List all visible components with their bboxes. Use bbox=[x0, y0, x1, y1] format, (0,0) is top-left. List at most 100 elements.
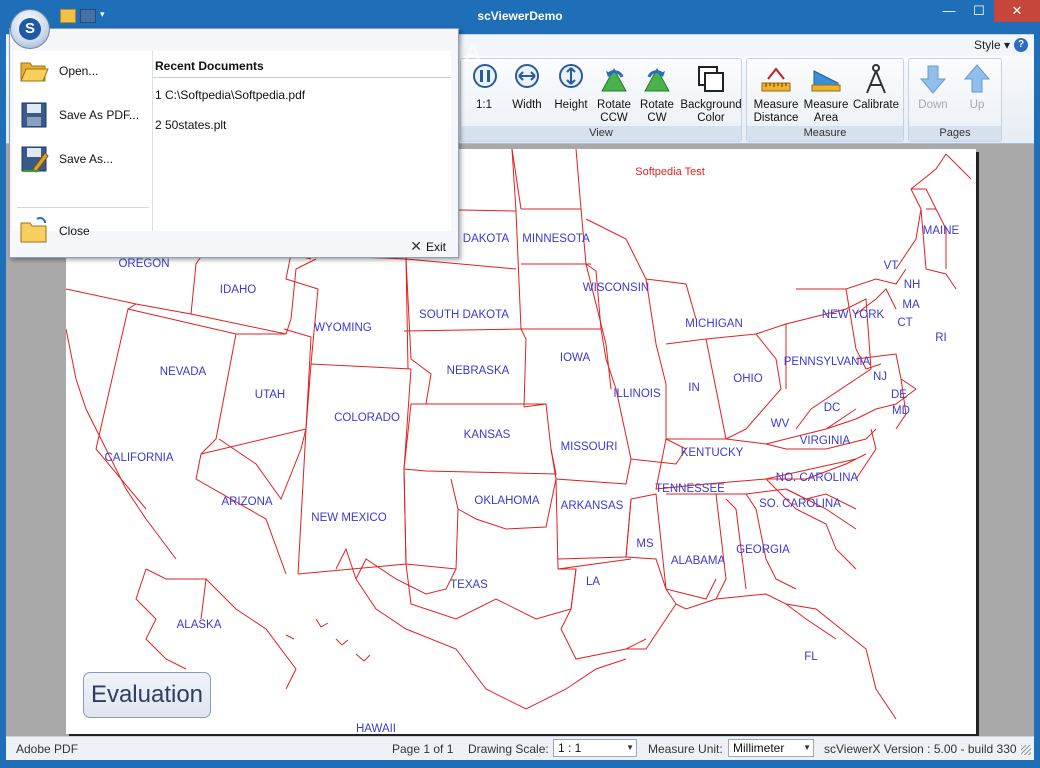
state-label: TEXAS bbox=[450, 579, 488, 591]
rotate-cw-icon bbox=[644, 67, 670, 92]
state-label: UTAH bbox=[255, 389, 285, 401]
measure-distance-label: Measure Distance bbox=[753, 99, 799, 124]
state-label: IN bbox=[688, 382, 700, 394]
state-label: IDAHO bbox=[220, 284, 256, 296]
measure-distance-button[interactable]: Measure Distance bbox=[751, 63, 801, 125]
fit-height-button[interactable]: Height bbox=[551, 63, 591, 112]
fit-height-icon bbox=[559, 64, 583, 88]
open-folder-icon[interactable] bbox=[60, 9, 76, 23]
state-label: KENTUCKY bbox=[681, 447, 744, 459]
maximize-button[interactable]: ☐ bbox=[964, 0, 994, 22]
state-label: CALIFORNIA bbox=[104, 452, 173, 464]
chevron-down-icon[interactable]: ▾ bbox=[100, 9, 110, 23]
page-info: Page 1 of 1 bbox=[392, 742, 454, 756]
fit-height-label: Height bbox=[554, 99, 588, 111]
format-label: Adobe PDF bbox=[16, 742, 79, 756]
state-label: ILLINOIS bbox=[613, 388, 661, 400]
pages-group: Down Up Pages bbox=[908, 58, 1002, 142]
resize-grip[interactable] bbox=[1021, 745, 1031, 755]
measure-area-button[interactable]: Measure Area bbox=[801, 63, 851, 125]
state-label: ARIZONA bbox=[221, 496, 272, 508]
recent-divider bbox=[153, 77, 451, 78]
rotate-ccw-label: Rotate CCW bbox=[597, 99, 631, 124]
style-label: Style bbox=[973, 38, 1001, 52]
rotate-cw-label: Rotate CW bbox=[640, 99, 674, 124]
measure-group-label: Measure bbox=[747, 126, 903, 141]
zoom-1-1-button[interactable]: 1:1 bbox=[469, 63, 499, 112]
calibrate-button[interactable]: Calibrate bbox=[851, 63, 901, 112]
state-label: MINNESOTA bbox=[522, 233, 590, 245]
state-label: GEORGIA bbox=[736, 544, 790, 556]
menu-separator bbox=[17, 207, 149, 208]
measure-unit-value: Millimeter bbox=[733, 741, 785, 755]
save-as-icon bbox=[21, 146, 49, 173]
application-menu: Open... Save As PDF... Save As... Close … bbox=[9, 28, 459, 258]
rotate-cw-button[interactable]: Rotate CW bbox=[637, 63, 677, 125]
chevron-down-icon: ▼ bbox=[626, 743, 634, 752]
rotate-ccw-button[interactable]: Rotate CCW bbox=[593, 63, 635, 125]
exit-button[interactable]: ✕ Exit bbox=[410, 238, 446, 255]
state-label: VIRGINIA bbox=[800, 435, 851, 447]
recent-document-item[interactable]: 1 C:\Softpedia\Softpedia.pdf bbox=[155, 88, 305, 102]
recent-document-item[interactable]: 2 50states.plt bbox=[155, 118, 226, 132]
quick-access-toolbar: ▾ bbox=[60, 9, 110, 23]
measure-unit-label: Measure Unit: bbox=[648, 742, 723, 756]
minimize-button[interactable]: — bbox=[934, 0, 964, 22]
page-up-button[interactable]: Up bbox=[957, 63, 997, 112]
state-label: SO. CAROLINA bbox=[759, 498, 841, 510]
state-label: MD bbox=[892, 405, 910, 417]
state-label: COLORADO bbox=[334, 412, 400, 424]
chevron-down-icon: ▼ bbox=[803, 743, 811, 752]
page-down-button[interactable]: Down bbox=[913, 63, 953, 112]
state-label: WV bbox=[771, 418, 790, 430]
style-menu[interactable]: Style ▾ bbox=[974, 38, 1010, 52]
menu-save-as-pdf-label: Save As PDF... bbox=[59, 108, 140, 122]
state-label: NJ bbox=[873, 371, 887, 383]
state-label: SOUTH DAKOTA bbox=[419, 309, 509, 321]
state-label: NH bbox=[904, 279, 921, 291]
zoom-1-1-label: 1:1 bbox=[476, 99, 492, 111]
menu-commands: Open... Save As PDF... Save As... Close bbox=[13, 51, 153, 243]
close-button[interactable]: ✕ bbox=[994, 0, 1040, 22]
background-color-button[interactable]: Background Color bbox=[679, 63, 743, 125]
state-label: NEW YORK bbox=[822, 309, 885, 321]
menu-save-as[interactable]: Save As... bbox=[13, 139, 153, 179]
close-icon: ✕ bbox=[410, 238, 422, 254]
recent-documents-panel: Recent Documents 1 C:\Softpedia\Softpedi… bbox=[153, 51, 451, 231]
drawing-scale-value: 1 : 1 bbox=[558, 741, 582, 755]
help-icon[interactable]: ? bbox=[1014, 38, 1028, 52]
menu-footer: ✕ Exit bbox=[10, 235, 458, 257]
fit-width-button[interactable]: Width bbox=[507, 63, 547, 112]
application-button[interactable]: S bbox=[10, 9, 50, 49]
state-label: MISSOURI bbox=[561, 441, 618, 453]
state-label: FL bbox=[804, 651, 818, 663]
save-pdf-icon bbox=[21, 102, 47, 128]
exit-label: Exit bbox=[425, 240, 446, 254]
state-label: RI bbox=[935, 332, 947, 344]
measure-area-icon bbox=[811, 70, 841, 92]
menu-save-as-label: Save As... bbox=[59, 152, 114, 166]
menu-save-as-pdf[interactable]: Save As PDF... bbox=[13, 95, 153, 135]
recent-documents-title: Recent Documents bbox=[155, 59, 264, 73]
state-label: OREGON bbox=[118, 258, 169, 270]
state-label: KANSAS bbox=[464, 429, 511, 441]
state-label: DC bbox=[824, 402, 841, 414]
measure-unit-select[interactable]: Millimeter ▼ bbox=[728, 739, 814, 757]
drawing-scale-select[interactable]: 1 : 1 ▼ bbox=[553, 739, 637, 757]
save-icon[interactable] bbox=[80, 9, 96, 23]
state-label: DE bbox=[891, 389, 907, 401]
fit-width-icon bbox=[515, 64, 539, 88]
measure-distance-icon bbox=[761, 67, 791, 92]
view-group-label: View bbox=[461, 126, 741, 141]
state-label: MS bbox=[636, 538, 654, 550]
page-up-label: Up bbox=[969, 99, 985, 111]
state-label: LA bbox=[586, 576, 600, 588]
window-title: scViewerDemo bbox=[477, 9, 563, 23]
state-label: ARKANSAS bbox=[561, 500, 624, 512]
state-label: IOWA bbox=[560, 352, 591, 364]
state-label: PENNSYLVANIA bbox=[784, 356, 871, 368]
state-label: ALABAMA bbox=[671, 555, 726, 567]
menu-open[interactable]: Open... bbox=[13, 51, 153, 91]
state-label: HAWAII bbox=[356, 723, 396, 734]
menu-open-label: Open... bbox=[59, 64, 99, 78]
